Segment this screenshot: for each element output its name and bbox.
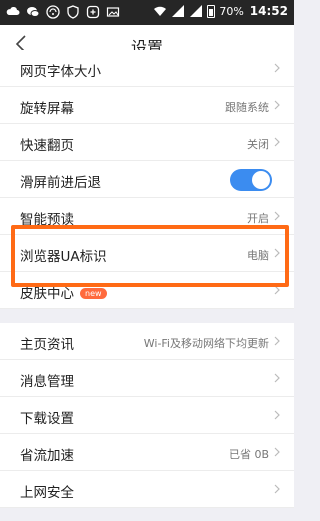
row-value: 开启 <box>247 212 269 225</box>
settings-row[interactable]: 旋转屏幕 跟随系统 <box>0 87 294 124</box>
settings-row[interactable]: 智能预读 开启 <box>0 198 294 235</box>
chevron-right-icon <box>274 484 280 494</box>
shield-icon <box>67 5 79 19</box>
chevron-right-icon <box>274 100 280 110</box>
settings-row[interactable]: 主页资讯 Wi-Fi及移动网络下均更新 <box>0 323 294 360</box>
settings-list: 网页字体大小 旋转屏幕 跟随系统快速翻页 关闭滑屏前进后退 智能预读 开启浏览器UA标识 电… <box>0 50 294 508</box>
chevron-right-icon <box>274 211 280 221</box>
row-label: 旋转屏幕 <box>20 101 74 117</box>
chevron-right-icon <box>274 63 280 73</box>
toggle-knob <box>252 171 270 189</box>
row-label: 上网安全 <box>20 485 74 501</box>
row-value: Wi-Fi及移动网络下均更新 <box>143 337 269 350</box>
cloud-icon <box>6 7 20 15</box>
sync-icon <box>86 5 100 19</box>
chevron-right-icon <box>274 410 280 420</box>
cell-signal-2-icon <box>190 5 203 17</box>
row-value: 关闭 <box>247 138 269 151</box>
chat-icon <box>27 7 40 17</box>
row-label: 省流加速 <box>20 448 74 464</box>
settings-row[interactable]: 滑屏前进后退 <box>0 161 294 198</box>
row-label: 主页资讯 <box>20 337 74 353</box>
row-label: 快速翻页 <box>20 138 74 154</box>
row-value: 已省 0B <box>228 448 269 461</box>
settings-row[interactable]: 消息管理 <box>0 360 294 397</box>
wifi-icon <box>46 5 60 19</box>
battery-icon <box>207 4 216 18</box>
chevron-right-icon <box>274 447 280 457</box>
row-label: 下载设置 <box>20 411 74 427</box>
settings-row[interactable]: 皮肤中心 new <box>0 272 294 309</box>
toggle-switch[interactable] <box>230 169 272 191</box>
row-label: 皮肤中心 new <box>20 282 107 302</box>
row-value: 电脑 <box>247 249 269 262</box>
row-label: 消息管理 <box>20 374 74 390</box>
settings-row[interactable]: 上网安全 <box>0 471 294 508</box>
clock: 14:52 <box>249 4 288 18</box>
cell-signal-icon <box>172 5 185 17</box>
chevron-right-icon <box>274 248 280 258</box>
settings-row[interactable]: 快速翻页 关闭 <box>0 124 294 161</box>
new-badge: new <box>80 288 107 299</box>
settings-row[interactable]: 下载设置 <box>0 397 294 434</box>
row-label: 浏览器UA标识 <box>20 249 107 265</box>
image-icon <box>106 7 120 17</box>
chevron-right-icon <box>274 373 280 383</box>
status-bar: 70% 14:52 <box>0 0 294 25</box>
settings-row[interactable]: 网页字体大小 <box>0 50 294 87</box>
settings-row[interactable]: 浏览器UA标识 电脑 <box>0 235 294 272</box>
settings-row[interactable]: 省流加速 已省 0B <box>0 434 294 471</box>
chevron-right-icon <box>274 137 280 147</box>
battery-percent: 70% <box>219 4 244 18</box>
row-label: 网页字体大小 <box>20 64 101 80</box>
row-label: 智能预读 <box>20 212 74 228</box>
row-label: 滑屏前进后退 <box>20 175 101 191</box>
section-gap <box>0 309 294 323</box>
chevron-right-icon <box>274 336 280 346</box>
row-value: 跟随系统 <box>225 101 269 114</box>
chevron-right-icon <box>274 285 280 295</box>
wifi-signal-icon <box>154 6 167 16</box>
